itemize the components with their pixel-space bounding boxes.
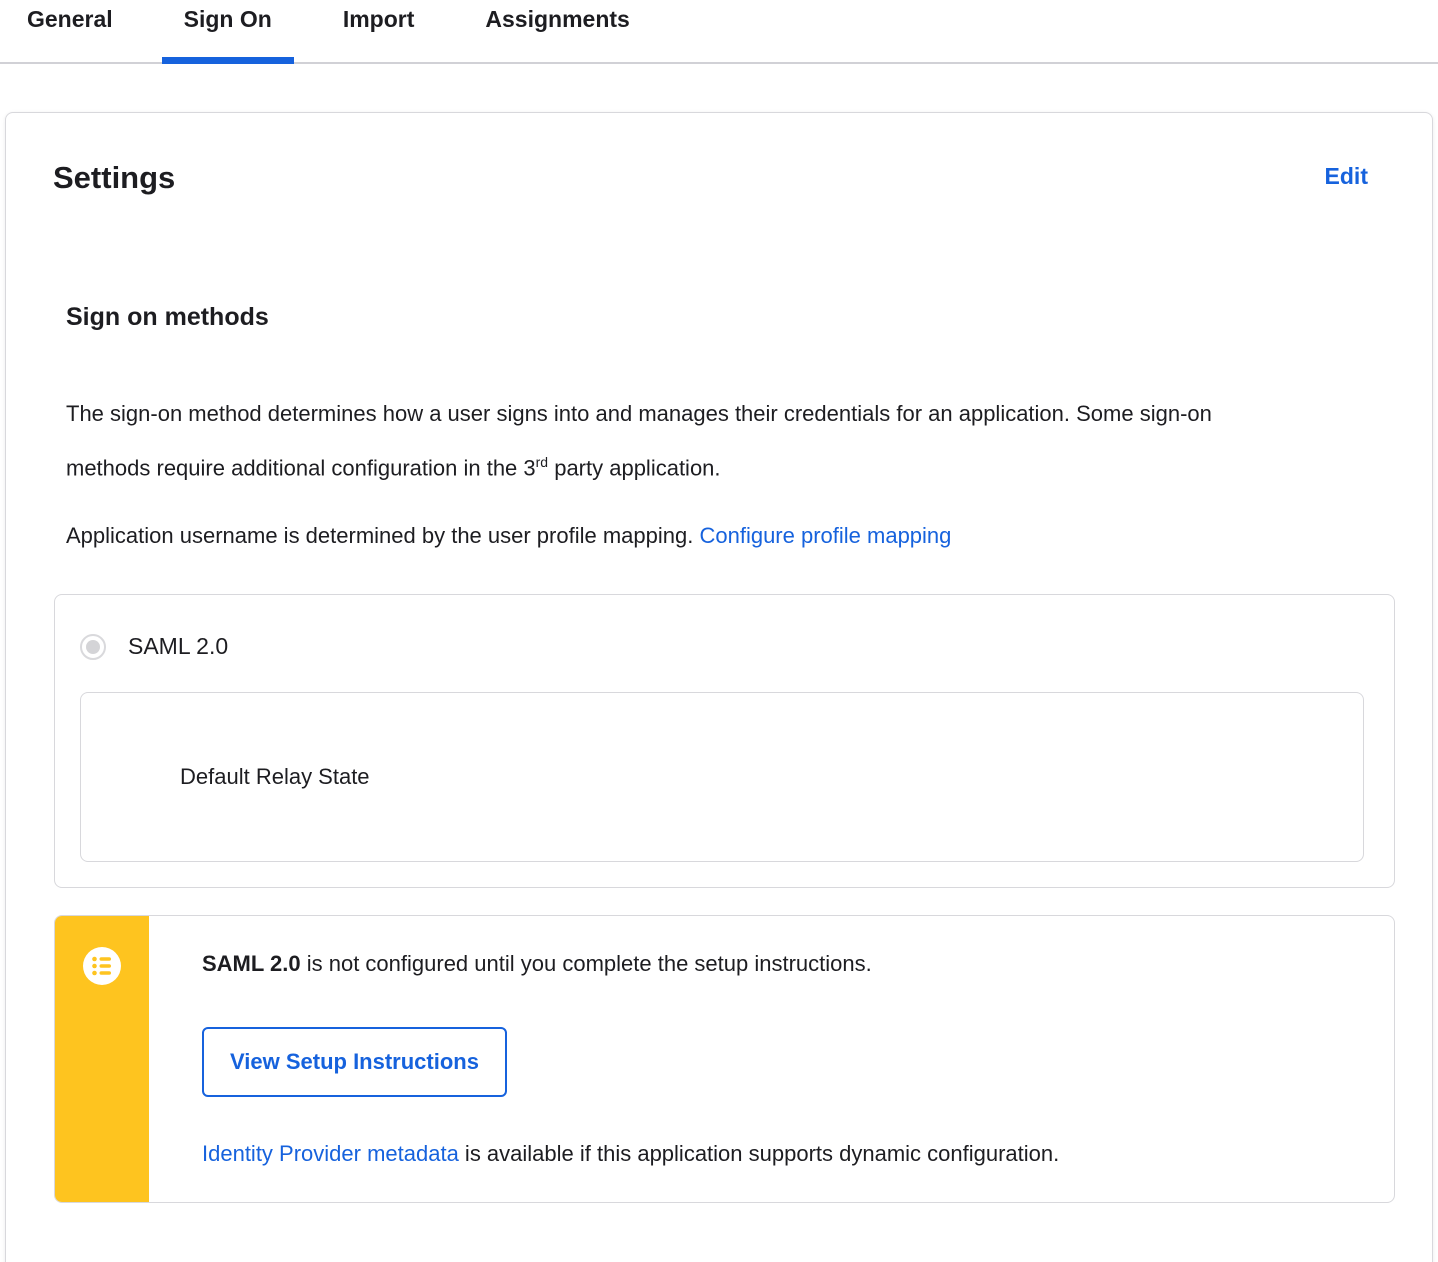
tab-assignments[interactable]: Assignments [463,0,651,62]
radio-dot [86,639,100,654]
sign-on-methods-heading: Sign on methods [66,303,269,331]
settings-card-header: Settings Edit [6,113,1432,197]
settings-card-content: Sign on methods The sign-on method deter… [6,303,1432,1204]
identity-provider-metadata-link[interactable]: Identity Provider metadata [202,1141,459,1166]
default-relay-state-field: Default Relay State [80,692,1364,863]
saml-radio-label: SAML 2.0 [128,633,229,660]
callout-message: SAML 2.0 is not configured until you com… [202,949,1354,979]
configure-profile-mapping-link[interactable]: Configure profile mapping [699,523,951,548]
page-title: Settings [53,160,176,195]
description-text-tail: party application. [548,455,721,481]
tab-bar: General Sign On Import Assignments [0,0,1438,64]
settings-card: Settings Edit Sign on methods The sign-o… [5,112,1433,1262]
sign-on-description: The sign-on method determines how a user… [66,390,1246,492]
callout-message-strong: SAML 2.0 [202,951,301,977]
callout-accent-bar [55,916,149,1203]
tab-sign-on[interactable]: Sign On [161,0,295,64]
username-text: Application username is determined by th… [66,523,700,549]
application-username-line: Application username is determined by th… [66,518,1395,554]
saml-radio-row: SAML 2.0 [80,633,1364,660]
saml-radio-button[interactable] [80,633,106,660]
metadata-line: Identity Provider metadata is available … [202,1139,1354,1169]
edit-link[interactable]: Edit [1325,159,1368,193]
view-setup-instructions-button[interactable]: View Setup Instructions [202,1027,507,1098]
metadata-line-text: is available if this application support… [458,1141,1060,1167]
tab-import[interactable]: Import [321,0,437,62]
callout-message-text: is not configured until you complete the… [300,951,872,977]
list-icon [83,947,121,990]
callout-body: SAML 2.0 is not configured until you com… [149,916,1394,1202]
default-relay-state-label: Default Relay State [180,764,370,790]
ordinal-superscript: rd [535,454,549,470]
saml-method-box: SAML 2.0 Default Relay State [54,594,1395,889]
saml-setup-callout: SAML 2.0 is not configured until you com… [54,915,1395,1204]
tab-general[interactable]: General [5,0,135,62]
